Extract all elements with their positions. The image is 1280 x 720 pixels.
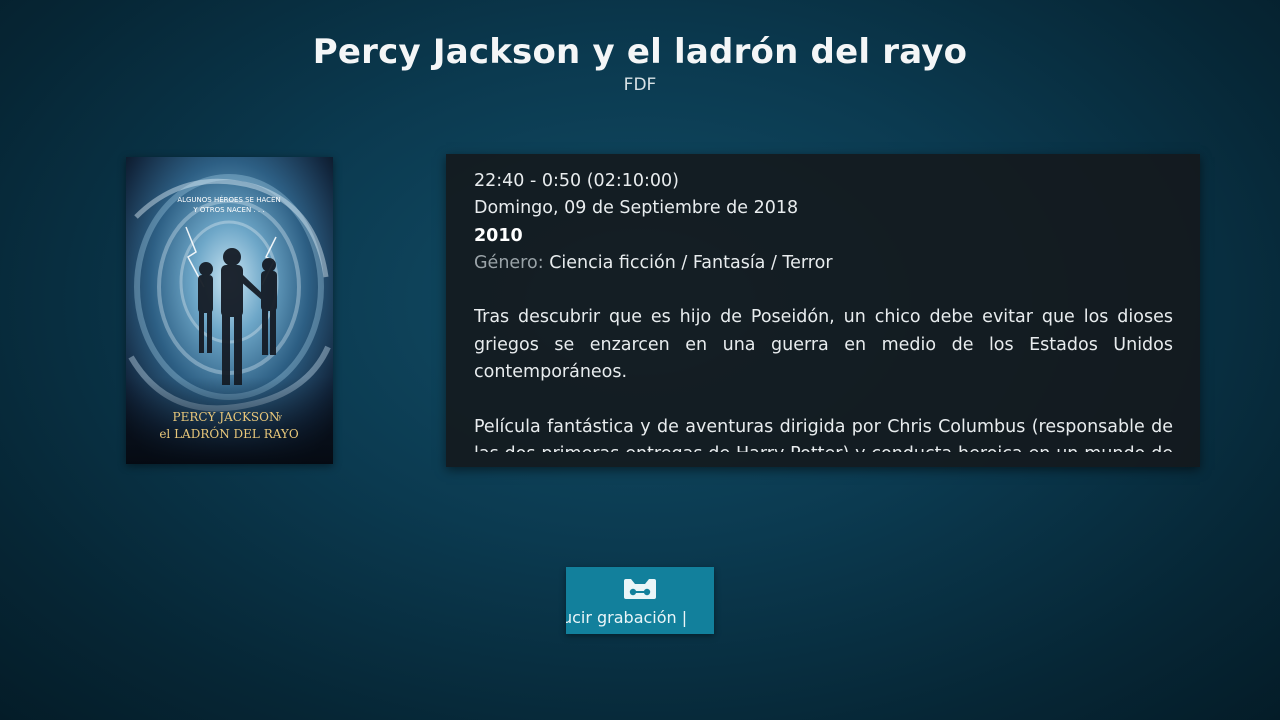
genre-label: Género: <box>474 252 544 273</box>
poster-logo-line1: PERCY JACKSON <box>173 410 280 424</box>
play-recording-button[interactable]: oducir grabación | <box>566 567 714 634</box>
release-year: 2010 <box>474 225 523 246</box>
poster-tagline-line1: ALGUNOS HÉROES SE HACEN <box>177 195 280 204</box>
header: Percy Jackson y el ladrón del rayo FDF <box>0 30 1280 96</box>
poster-logo-y: y <box>277 413 282 421</box>
plot-paragraph-2: Película fantástica y de aventuras dirig… <box>474 416 1173 452</box>
plot-paragraph-1: Tras descubrir que es hijo de Poseidón, … <box>474 307 1173 383</box>
recording-tape-icon <box>624 579 656 599</box>
genre-row: Género: Ciencia ficción / Fantasía / Ter… <box>474 250 1173 277</box>
poster-tagline-line2: Y OTROS NACEN . . . <box>192 206 264 214</box>
genre-value: Ciencia ficción / Fantasía / Terror <box>549 252 833 273</box>
info-panel: 22:40 - 0:50 (02:10:00) Domingo, 09 de S… <box>446 154 1200 467</box>
time-range: 22:40 - 0:50 (02:10:00) <box>474 171 679 191</box>
play-recording-label: oducir grabación | <box>566 608 688 627</box>
program-title: Percy Jackson y el ladrón del rayo <box>312 32 968 72</box>
poster-logo-line2: el LADRÓN DEL RAYO <box>159 425 298 441</box>
broadcast-date: Domingo, 09 de Septiembre de 2018 <box>474 198 799 219</box>
info-text-area[interactable]: 22:40 - 0:50 (02:10:00) Domingo, 09 de S… <box>474 168 1173 452</box>
channel-name: FDF <box>623 75 657 95</box>
movie-poster: ALGUNOS HÉROES SE HACEN Y OTROS NACEN . … <box>126 157 333 464</box>
